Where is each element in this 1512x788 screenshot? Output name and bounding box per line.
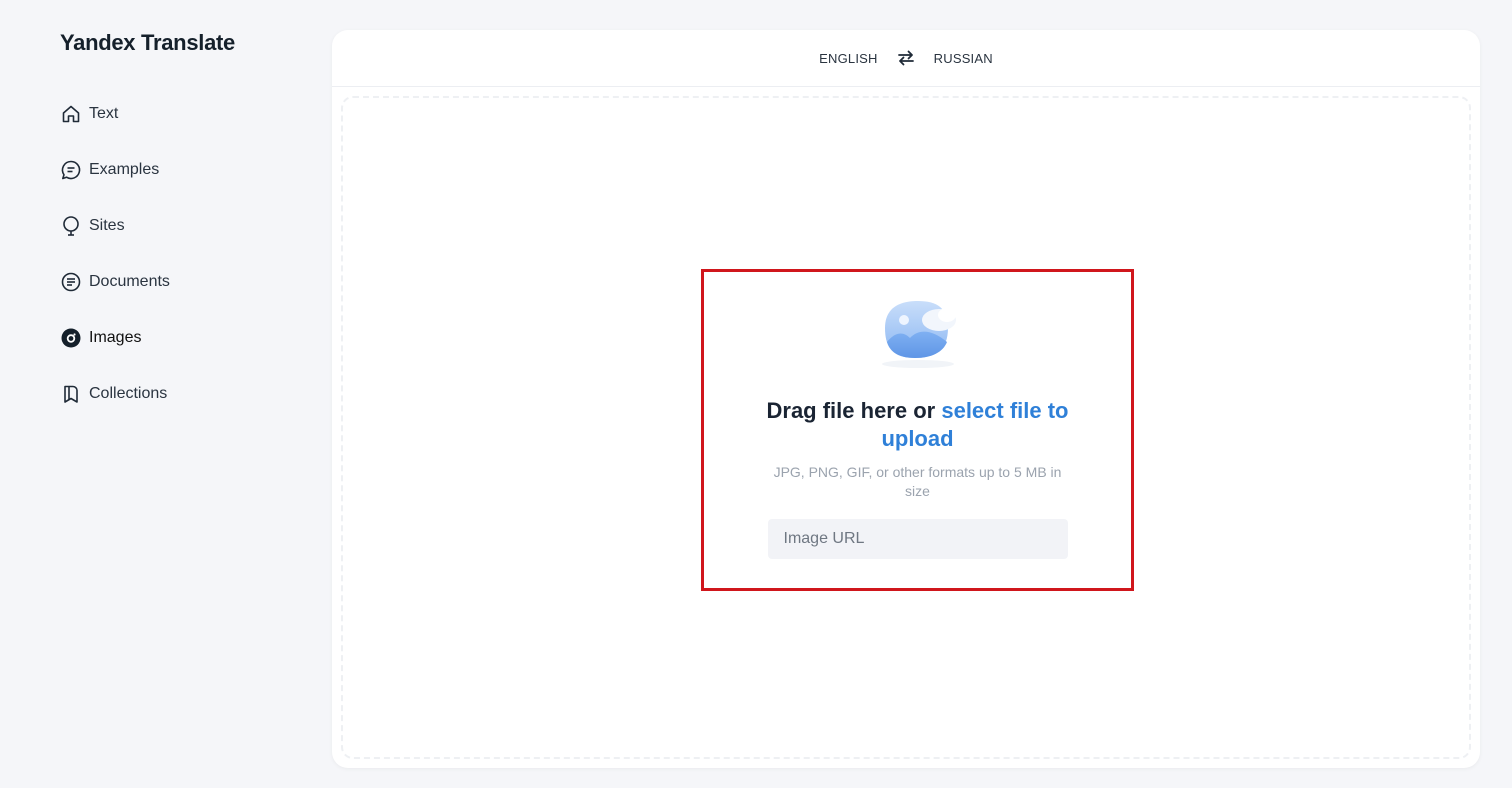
camera-icon <box>60 327 82 349</box>
sidebar-item-images[interactable]: Images <box>60 324 170 352</box>
sidebar-item-examples[interactable]: Examples <box>60 156 170 184</box>
sidebar-item-collections[interactable]: Collections <box>60 380 170 408</box>
sidebar-item-label: Collections <box>89 385 168 402</box>
sidebar-item-label: Documents <box>89 273 170 290</box>
sidebar-item-label: Text <box>89 105 119 122</box>
app-logo[interactable]: Yandex Translate <box>60 30 235 56</box>
bookmark-icon <box>60 383 82 405</box>
image-placeholder-icon <box>877 298 959 377</box>
upload-box: Drag file here or select file to upload … <box>701 269 1134 591</box>
sidebar-item-text[interactable]: Text <box>60 100 170 128</box>
sidebar-item-label: Examples <box>89 161 160 178</box>
image-url-input[interactable] <box>767 519 1068 559</box>
upload-headline-text: Drag file here or <box>766 398 942 423</box>
language-bar: ENGLISH RUSSIAN <box>332 30 1480 87</box>
target-language-button[interactable]: RUSSIAN <box>934 51 993 66</box>
upload-headline: Drag file here or select file to upload <box>758 397 1078 453</box>
globe-pin-icon <box>60 215 82 237</box>
source-language-button[interactable]: ENGLISH <box>819 51 877 66</box>
sidebar-item-label: Sites <box>89 217 125 234</box>
sidebar-item-label: Images <box>89 329 142 346</box>
translator-panel: ENGLISH RUSSIAN Drag file here or select… <box>332 30 1480 768</box>
chat-bubble-icon <box>60 159 82 181</box>
sidebar-nav: Text Examples Sites Documents Images Col… <box>60 100 170 436</box>
image-dropzone[interactable]: Drag file here or select file to upload … <box>341 96 1471 759</box>
document-icon <box>60 271 82 293</box>
upload-format-hint: JPG, PNG, GIF, or other formats up to 5 … <box>773 464 1062 499</box>
swap-arrows-icon[interactable] <box>896 48 916 68</box>
sidebar-item-sites[interactable]: Sites <box>60 212 170 240</box>
sidebar-item-documents[interactable]: Documents <box>60 268 170 296</box>
home-icon <box>60 103 82 125</box>
